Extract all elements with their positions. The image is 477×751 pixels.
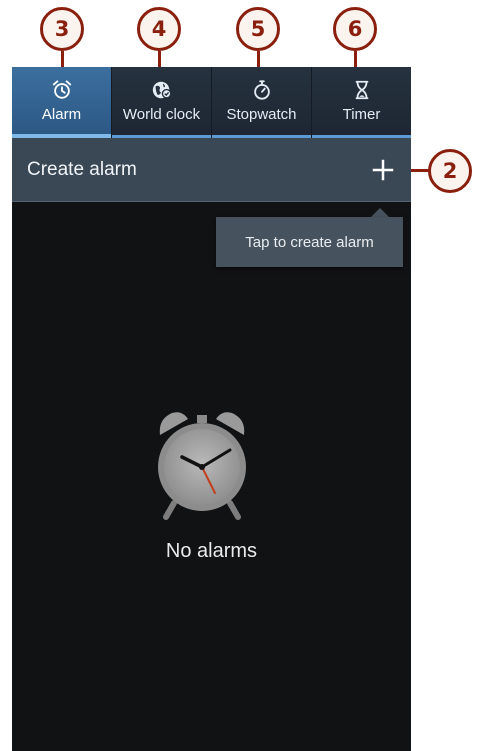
tab-label-world-clock: World clock — [122, 106, 201, 123]
create-alarm-tooltip[interactable]: Tap to create alarm — [216, 217, 403, 267]
callout-alarm-tab: 3 — [40, 7, 84, 51]
hourglass-icon — [355, 80, 368, 100]
callout-world-clock-tab: 4 — [137, 7, 181, 51]
callout-create-button: 2 — [428, 149, 472, 193]
stopwatch-icon — [253, 80, 270, 100]
globe-icon — [152, 81, 171, 99]
create-alarm-bar[interactable]: Create alarm — [12, 138, 411, 202]
tab-stopwatch[interactable]: Stopwatch — [212, 67, 312, 138]
clock-app-screen: Alarm World clock Stopwatch Timer Create… — [12, 67, 411, 751]
tab-label-alarm: Alarm — [41, 106, 82, 123]
create-alarm-label: Create alarm — [27, 158, 137, 180]
plus-icon — [372, 159, 394, 181]
create-alarm-button[interactable] — [363, 150, 403, 190]
tab-alarm[interactable]: Alarm — [12, 67, 112, 138]
tab-timer[interactable]: Timer — [312, 67, 411, 138]
alarm-clock-icon — [52, 80, 71, 99]
alarm-clock-icon — [158, 412, 246, 520]
tab-world-clock[interactable]: World clock — [112, 67, 212, 138]
tab-label-timer: Timer — [342, 106, 381, 123]
tab-bar: Alarm World clock Stopwatch Timer — [12, 67, 411, 138]
tooltip-text: Tap to create alarm — [245, 233, 374, 251]
empty-state-text: No alarms — [165, 540, 258, 562]
callout-timer-tab: 6 — [333, 7, 377, 51]
callout-stopwatch-tab: 5 — [236, 7, 280, 51]
tab-label-stopwatch: Stopwatch — [226, 106, 297, 123]
